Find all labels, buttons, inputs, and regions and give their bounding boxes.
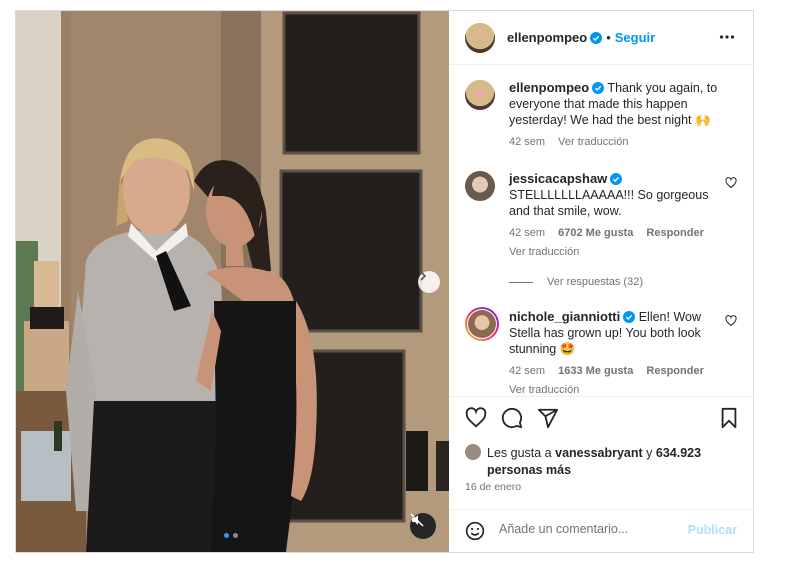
caption-username[interactable]: ellenpompeo xyxy=(509,80,589,95)
verified-icon xyxy=(623,311,636,323)
mute-button[interactable] xyxy=(410,513,436,539)
caption-age: 42 sem xyxy=(509,136,546,148)
comment-meta: 42 sem 6702 Me gusta Responder xyxy=(509,225,721,241)
follow-button[interactable]: Seguir xyxy=(615,30,655,45)
comment-icon[interactable] xyxy=(501,407,523,429)
see-translation-link[interactable]: Ver traducción xyxy=(509,244,721,260)
comments-list: ellenpompeo Thank you again, to everyone… xyxy=(449,66,753,396)
comment-likes[interactable]: 1633 Me gusta xyxy=(558,365,633,377)
carousel-dot-active xyxy=(224,533,229,538)
verified-icon xyxy=(610,173,623,185)
verified-icon xyxy=(590,31,603,44)
chevron-right-icon xyxy=(420,271,427,281)
verified-icon xyxy=(592,82,605,94)
view-replies-label[interactable]: Ver respuestas (32) xyxy=(547,276,643,288)
caption-body: ellenpompeo Thank you again, to everyone… xyxy=(509,80,721,150)
heart-icon[interactable] xyxy=(725,315,737,327)
author-username[interactable]: ellenpompeo xyxy=(507,30,587,45)
comment-body: jessicacapshaw STELLLLLLLAAAAA!!! So gor… xyxy=(509,171,721,260)
add-comment-bar: Publicar xyxy=(449,509,753,552)
likes-summary: Les gusta a vanessabryant y 634.923 pers… xyxy=(465,444,735,479)
liker-avatar[interactable] xyxy=(465,444,481,460)
comment-body: nichole_gianniotti Ellen! Wow Stella has… xyxy=(509,309,721,396)
replies-divider xyxy=(509,281,533,283)
commenter-avatar[interactable] xyxy=(465,171,495,201)
comment-input[interactable] xyxy=(499,522,679,536)
heart-icon[interactable] xyxy=(465,407,487,429)
share-icon[interactable] xyxy=(537,407,559,429)
mute-icon xyxy=(410,513,424,527)
post-header: ellenpompeo • Seguir xyxy=(449,11,753,65)
view-replies-button[interactable]: Ver respuestas (32) xyxy=(509,276,643,288)
reply-button[interactable]: Responder xyxy=(646,227,703,239)
likes-count[interactable]: 634.923 xyxy=(656,446,701,460)
action-bar xyxy=(449,396,753,436)
comment-text: STELLLLLLLAAAAA!!! So gorgeous and that … xyxy=(509,188,709,218)
comment-likes[interactable]: 6702 Me gusta xyxy=(558,227,633,239)
emoji-icon[interactable] xyxy=(465,521,485,541)
heart-icon[interactable] xyxy=(725,177,737,189)
bookmark-icon[interactable] xyxy=(719,407,739,429)
photo-illustration xyxy=(16,11,449,552)
author-avatar[interactable] xyxy=(465,22,495,53)
comment-age: 42 sem xyxy=(509,365,546,377)
post-photo[interactable] xyxy=(16,11,449,552)
post-side-panel: ellenpompeo • Seguir ellenpompeo Thank y… xyxy=(449,11,753,552)
post-dialog: ellenpompeo • Seguir ellenpompeo Thank y… xyxy=(15,10,754,553)
publish-button[interactable]: Publicar xyxy=(688,523,737,537)
author-avatar[interactable] xyxy=(465,80,495,110)
see-translation-link[interactable]: Ver traducción xyxy=(558,136,628,148)
liker-username[interactable]: vanessabryant xyxy=(555,446,643,460)
see-translation-link[interactable]: Ver traducción xyxy=(509,382,721,396)
post-date[interactable]: 16 de enero xyxy=(465,481,521,493)
carousel-dots xyxy=(224,533,238,538)
caption-meta: 42 sem Ver traducción xyxy=(509,134,721,150)
comment-meta: 42 sem 1633 Me gusta Responder xyxy=(509,363,721,379)
likes-joiner: y xyxy=(646,446,653,460)
separator-dot: • xyxy=(606,30,611,45)
reply-button[interactable]: Responder xyxy=(646,365,703,377)
commenter-username[interactable]: jessicacapshaw xyxy=(509,171,607,186)
commenter-avatar[interactable] xyxy=(465,307,499,341)
likes-prefix: Les gusta a xyxy=(487,446,552,460)
likes-suffix[interactable]: personas más xyxy=(487,463,571,477)
carousel-dot xyxy=(233,533,238,538)
more-icon[interactable] xyxy=(719,29,735,45)
next-slide-button[interactable] xyxy=(418,271,440,293)
comment-age: 42 sem xyxy=(509,227,546,239)
commenter-username[interactable]: nichole_gianniotti xyxy=(509,309,620,324)
